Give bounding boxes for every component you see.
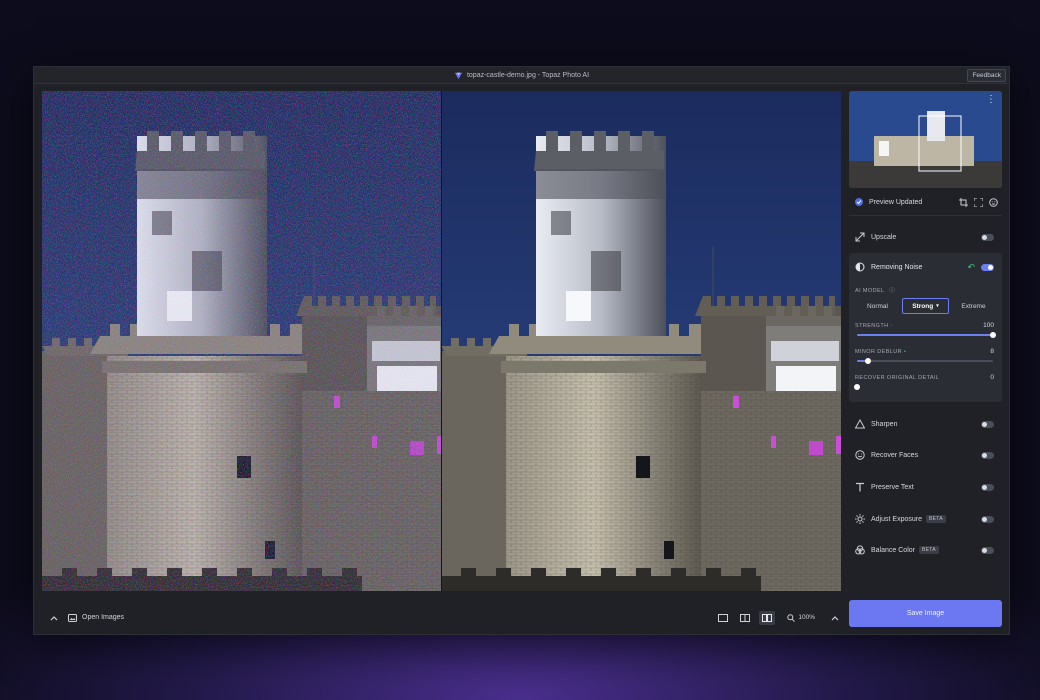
balance-color-toggle[interactable] xyxy=(981,546,994,554)
processed-image-pane[interactable] xyxy=(442,91,841,591)
preview-status-row: Preview Updated xyxy=(849,191,1002,213)
save-image-button[interactable]: Save Image xyxy=(849,600,1002,627)
side-by-side-icon xyxy=(762,613,773,622)
strength-label: STRENGTH ◦ xyxy=(855,323,893,329)
recover-faces-label: Recover Faces xyxy=(871,451,919,459)
remove-noise-label: Removing Noise xyxy=(871,263,923,271)
model-strong-button[interactable]: Strong ▾ xyxy=(902,298,949,314)
remove-noise-card: Removing Noise ↶ AI MODEL ⓘ Normal Stron… xyxy=(849,253,1002,402)
beta-badge: BETA xyxy=(918,546,939,554)
title-bar: topaz-castle-demo.jpg - Topaz Photo AI F… xyxy=(34,67,1009,84)
model-extreme-button[interactable]: Extreme xyxy=(951,298,996,314)
ai-model-selector: Normal Strong ▾ Extreme xyxy=(855,298,996,314)
upscale-toggle[interactable] xyxy=(981,233,994,241)
side-by-side-button[interactable] xyxy=(759,610,776,625)
upscale-row[interactable]: Upscale xyxy=(849,225,1002,249)
right-panel: ⋮ Preview Updated Upscale Removing Noise… xyxy=(849,91,1002,636)
single-view-button[interactable] xyxy=(715,611,731,625)
crop-icon[interactable] xyxy=(959,197,968,207)
recover-detail-slider[interactable] xyxy=(854,384,993,390)
recover-detail-label: RECOVER ORIGINAL DETAIL xyxy=(855,375,940,381)
adjust-exposure-row[interactable]: Adjust Exposure BETA xyxy=(849,507,1002,531)
beta-badge: BETA xyxy=(925,515,946,523)
sharpen-row[interactable]: Sharpen xyxy=(849,412,1002,436)
split-view-icon xyxy=(740,613,751,622)
triangle-icon xyxy=(855,419,865,429)
chevron-up-icon[interactable] xyxy=(46,610,62,626)
minor-deblur-slider[interactable] xyxy=(857,358,993,364)
color-circles-icon xyxy=(855,545,865,555)
adjust-exposure-label: Adjust Exposure xyxy=(871,515,922,523)
original-image xyxy=(42,91,442,591)
split-view-button[interactable] xyxy=(737,611,753,625)
strength-value: 100 xyxy=(983,322,994,329)
adjust-exposure-toggle[interactable] xyxy=(981,515,994,523)
check-circle-icon xyxy=(855,198,863,206)
minor-deblur-slider-handle[interactable] xyxy=(864,358,871,364)
original-image-pane[interactable] xyxy=(42,91,442,591)
processed-image xyxy=(442,91,841,591)
face-icon[interactable] xyxy=(989,197,998,207)
undo-icon[interactable]: ↶ xyxy=(967,262,975,273)
preserve-text-label: Preserve Text xyxy=(871,483,914,491)
expand-arrow-icon xyxy=(855,232,865,242)
strength-slider[interactable] xyxy=(857,332,996,338)
zoom-chevron-up-icon[interactable] xyxy=(827,610,843,626)
single-view-icon xyxy=(718,613,729,622)
minor-deblur-label: MINOR DEBLUR • xyxy=(855,349,907,355)
remove-noise-toggle[interactable] xyxy=(981,263,994,271)
remove-noise-header[interactable]: Removing Noise ↶ xyxy=(849,253,1002,281)
zoom-control[interactable]: 100% xyxy=(787,613,815,622)
preview-status-label: Preview Updated xyxy=(869,198,923,206)
image-viewer[interactable] xyxy=(42,91,841,591)
feedback-button[interactable]: Feedback xyxy=(967,69,1006,82)
image-icon xyxy=(68,613,77,622)
minor-deblur-value: 8 xyxy=(990,348,994,355)
bottom-toolbar: Open Images 100% xyxy=(34,599,849,636)
fullscreen-icon[interactable] xyxy=(974,197,983,207)
divider xyxy=(849,215,1002,216)
split-divider[interactable] xyxy=(441,91,442,591)
recover-faces-toggle[interactable] xyxy=(981,451,994,459)
zoom-level: 100% xyxy=(798,614,815,621)
balance-color-label: Balance Color xyxy=(871,546,915,554)
navigator-preview[interactable]: ⋮ xyxy=(849,91,1002,188)
recover-faces-row[interactable]: Recover Faces xyxy=(849,443,1002,467)
info-icon[interactable]: ⓘ xyxy=(889,288,895,294)
text-icon xyxy=(855,482,865,492)
more-options-icon[interactable]: ⋮ xyxy=(986,95,996,105)
upscale-label: Upscale xyxy=(871,233,897,241)
noise-icon xyxy=(855,262,865,272)
ai-model-label: AI MODEL ⓘ xyxy=(855,288,896,294)
topaz-logo-icon xyxy=(454,72,463,79)
smile-icon xyxy=(855,450,865,460)
recover-detail-slider-handle[interactable] xyxy=(854,384,860,390)
sun-icon xyxy=(855,514,865,524)
recover-detail-value: 0 xyxy=(990,374,994,381)
preview-thumbnail xyxy=(849,91,1002,188)
open-images-label: Open Images xyxy=(82,614,125,621)
zoom-icon xyxy=(787,613,796,622)
preserve-text-toggle[interactable] xyxy=(981,483,994,491)
open-images-button[interactable]: Open Images xyxy=(68,613,125,622)
preserve-text-row[interactable]: Preserve Text xyxy=(849,475,1002,499)
model-normal-button[interactable]: Normal xyxy=(855,298,900,314)
chevron-down-icon: ▾ xyxy=(936,303,939,309)
window-title: topaz-castle-demo.jpg - Topaz Photo AI xyxy=(466,71,590,79)
sharpen-label: Sharpen xyxy=(871,420,898,428)
strength-slider-handle[interactable] xyxy=(990,332,996,338)
sharpen-toggle[interactable] xyxy=(981,420,994,428)
app-window: topaz-castle-demo.jpg - Topaz Photo AI F… xyxy=(33,66,1010,635)
balance-color-row[interactable]: Balance Color BETA xyxy=(849,538,1002,562)
